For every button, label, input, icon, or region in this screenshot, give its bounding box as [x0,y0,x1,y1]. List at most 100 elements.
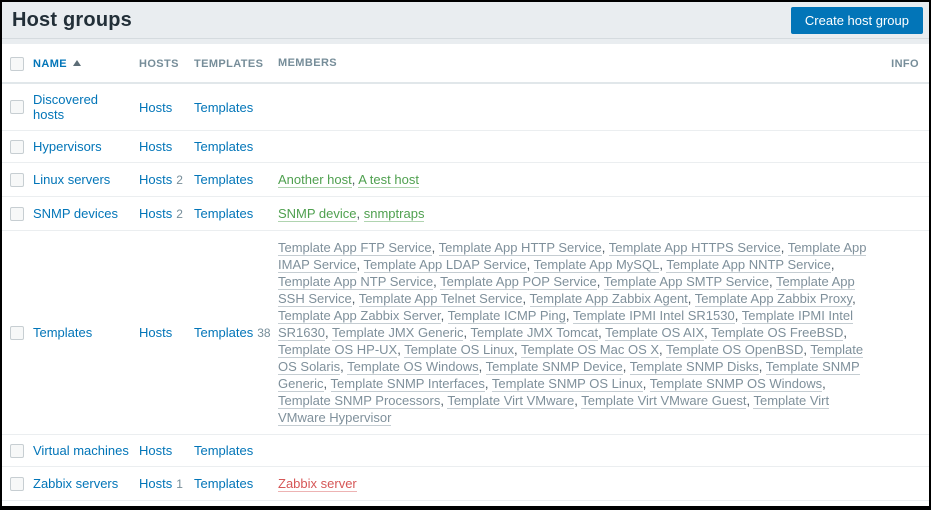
group-name-cell: Linux servers [28,162,134,197]
member-link[interactable]: Template SNMP OS Linux [491,376,643,392]
member-separator: , [601,240,609,255]
member-link[interactable]: Template OS OpenBSD [666,342,804,358]
member-link[interactable]: Zabbix server [278,476,357,492]
member-link[interactable]: Template App NTP Service [278,274,434,290]
member-link[interactable]: Template JMX Generic [331,325,464,341]
hosts-cell: Hosts [134,434,189,467]
member-link[interactable]: Template SNMP Disks [629,359,759,375]
member-separator: , [596,274,604,289]
member-link[interactable]: Template OS AIX [605,325,705,341]
hosts-cell: Hosts [134,130,189,163]
member-link[interactable]: SNMP device [278,206,357,222]
member-link[interactable]: Template App Zabbix Server [278,308,441,324]
row-select-cell [2,130,28,163]
hosts-link[interactable]: Hosts [139,325,172,340]
member-separator: , [323,376,331,391]
member-link[interactable]: Template App Telnet Service [358,291,523,307]
member-link[interactable]: Another host [278,172,352,188]
members-cell [273,434,883,467]
member-separator: , [440,308,448,323]
sort-by-name-link[interactable]: NAME [33,58,67,70]
row-checkbox[interactable] [10,139,24,154]
group-name-link[interactable]: Zabbix servers [33,476,118,491]
member-separator: , [830,257,835,272]
member-link[interactable]: snmptraps [363,206,425,222]
row-select-cell [2,434,28,467]
group-name-link[interactable]: Hypervisors [33,139,102,154]
row-checkbox[interactable] [10,172,24,187]
group-name-link[interactable]: Discovered hosts [33,92,98,122]
column-header-name[interactable]: NAME [28,44,134,84]
row-select-cell [2,230,28,435]
host-group-row: Zabbix servers Hosts 1 Templates Zabbix s… [2,466,929,501]
hosts-link[interactable]: Hosts [139,443,172,458]
templates-link[interactable]: Templates [194,100,253,115]
member-link[interactable]: Template Virt VMware [447,393,575,409]
hosts-cell: Hosts [134,83,189,131]
member-separator: , [356,257,364,272]
member-separator: , [351,291,359,306]
group-name-cell: SNMP devices [28,196,134,231]
row-checkbox[interactable] [10,100,24,114]
host-group-row: Discovered hosts Hosts Templates [2,83,929,131]
row-checkbox[interactable] [10,325,24,340]
templates-link[interactable]: Templates [194,325,253,340]
templates-cell: Templates [189,434,273,467]
templates-cell: Templates 38 [189,230,273,435]
member-link[interactable]: Template SNMP Device [485,359,623,375]
member-link[interactable]: Template App Zabbix Proxy [694,291,853,307]
host-groups-table-container: NAME HOSTS TEMPLATES MEMBERS INFO Discov… [2,44,929,506]
member-link[interactable]: Template OS HP-UX [278,342,398,358]
group-name-link[interactable]: Virtual machines [33,443,129,458]
hosts-link[interactable]: Hosts [139,139,172,154]
group-name-cell: Hypervisors [28,130,134,163]
row-checkbox[interactable] [10,206,24,221]
templates-link[interactable]: Templates [194,476,253,491]
hosts-link[interactable]: Hosts [139,206,172,221]
member-link[interactable]: Template SNMP Interfaces [330,376,485,392]
templates-cell: Templates [189,162,273,197]
member-separator: , [734,308,742,323]
member-link[interactable]: Template App NNTP Service [666,257,831,273]
member-link[interactable]: Template SNMP Processors [278,393,441,409]
members-cell: Template App FTP Service, Template App H… [273,230,883,435]
host-group-row: Virtual machines Hosts Templates [2,434,929,467]
member-link[interactable]: Template OS Windows [347,359,479,375]
hosts-link[interactable]: Hosts [139,100,172,115]
group-name-link[interactable]: Linux servers [33,172,110,187]
create-host-group-button[interactable]: Create host group [790,6,923,34]
member-link[interactable]: Template OS Mac OS X [521,342,660,358]
member-link[interactable]: A test host [358,172,419,188]
group-name-link[interactable]: Templates [33,325,92,340]
group-name-link[interactable]: SNMP devices [33,206,118,221]
hosts-cell: Hosts [134,230,189,435]
templates-link[interactable]: Templates [194,206,253,221]
templates-link[interactable]: Templates [194,172,253,187]
member-link[interactable]: Template OS FreeBSD [711,325,844,341]
member-link[interactable]: Template IPMI Intel SR1530 [572,308,735,324]
member-link[interactable]: Template JMX Tomcat [470,325,599,341]
info-cell [883,162,929,197]
member-link[interactable]: Template OS Linux [404,342,515,358]
member-link[interactable]: Template SNMP OS Windows [649,376,823,392]
member-link[interactable]: Template App Zabbix Agent [529,291,688,307]
member-link[interactable]: Template App POP Service [440,274,597,290]
member-link[interactable]: Template Virt VMware Guest [581,393,747,409]
row-checkbox[interactable] [10,476,24,491]
member-link[interactable]: Template App FTP Service [278,240,432,256]
hosts-link[interactable]: Hosts [139,172,172,187]
hosts-link[interactable]: Hosts [139,476,172,491]
member-link[interactable]: Template App SMTP Service [603,274,769,290]
select-all-checkbox[interactable] [10,56,24,71]
hostgroup-table-body: Discovered hosts Hosts Templates Hypervi… [2,83,929,501]
templates-link[interactable]: Templates [194,139,253,154]
templates-link[interactable]: Templates [194,443,253,458]
member-link[interactable]: Template App LDAP Service [363,257,527,273]
row-checkbox[interactable] [10,443,24,458]
host-group-row: SNMP devices Hosts 2 Templates SNMP devic… [2,196,929,231]
member-link[interactable]: Template App HTTPS Service [608,240,781,256]
member-link[interactable]: Template App HTTP Service [438,240,602,256]
member-link[interactable]: Template ICMP Ping [447,308,566,324]
member-link[interactable]: Template App MySQL [533,257,660,273]
column-header-members: MEMBERS [273,44,883,84]
